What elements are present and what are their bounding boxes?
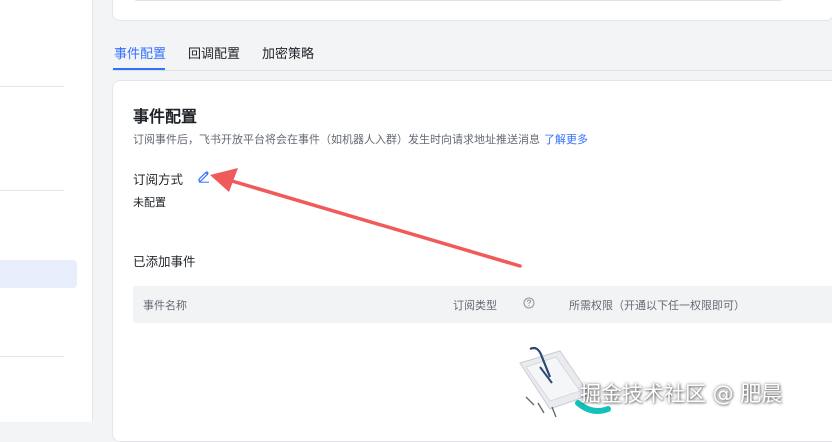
top-card	[112, 0, 832, 21]
sidebar-divider	[0, 86, 64, 87]
top-card-field	[133, 0, 783, 1]
column-event-name: 事件名称	[143, 299, 187, 312]
subscription-method-label: 订阅方式	[133, 172, 184, 187]
events-table-header: 事件名称 订阅类型 所需权限（开通以下任一权限即可）	[133, 286, 832, 323]
added-events-title: 已添加事件	[133, 254, 196, 269]
tab-callback-config[interactable]: 回调配置	[188, 43, 240, 62]
question-circle-icon[interactable]	[523, 297, 535, 309]
sidebar-divider	[0, 356, 64, 357]
section-description: 订阅事件后，飞书开放平台将会在事件（如机器人入群）发生时向请求地址推送消息 了解更…	[133, 131, 588, 147]
sidebar-item-selected[interactable]	[0, 260, 77, 288]
sidebar-divider	[0, 190, 64, 191]
watermark: 掘金技术社区 @ 肥晨	[580, 382, 783, 406]
description-text: 订阅事件后，飞书开放平台将会在事件（如机器人入群）发生时向请求地址推送消息	[133, 133, 540, 146]
tab-event-config[interactable]: 事件配置	[114, 43, 166, 62]
learn-more-link[interactable]: 了解更多	[544, 133, 588, 146]
sidebar	[0, 0, 93, 422]
subscription-status: 未配置	[133, 196, 166, 209]
section-title: 事件配置	[133, 107, 198, 126]
tab-encryption-strategy[interactable]: 加密策略	[262, 43, 314, 62]
column-subscription-type: 订阅类型	[453, 299, 497, 312]
pencil-icon[interactable]	[197, 169, 211, 183]
tab-bar: 事件配置 回调配置 加密策略	[112, 40, 832, 71]
tab-active-indicator	[113, 68, 165, 70]
column-required-permissions: 所需权限（开通以下任一权限即可）	[569, 299, 745, 312]
